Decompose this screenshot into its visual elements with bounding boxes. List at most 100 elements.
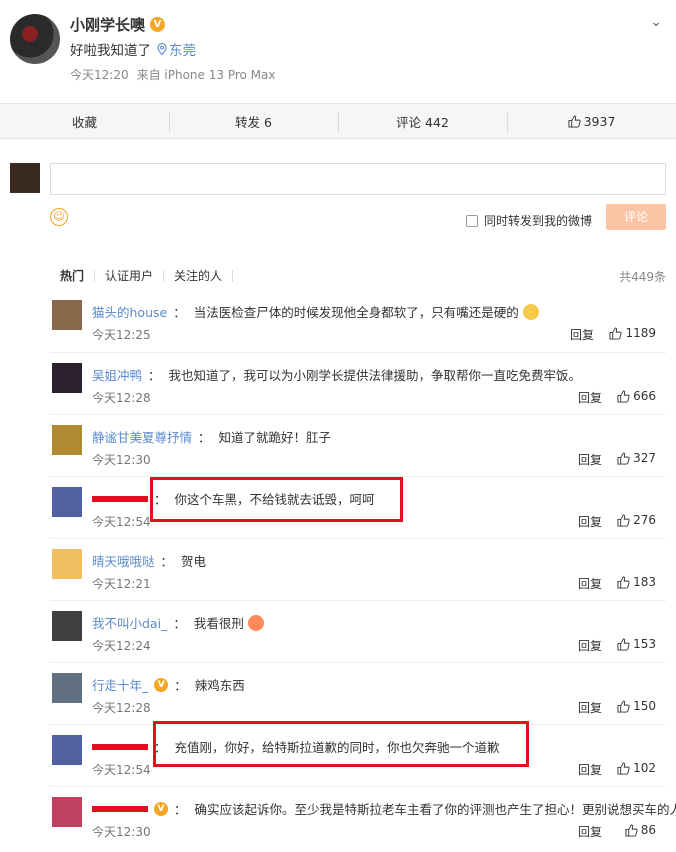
comment-line: 猫头的house ： 当法医检查尸体的时候发现他全身都软了，只有嘴还是硬的 (92, 302, 539, 321)
comment-line: 静谧甘美夏尊抒情 ： 知道了就跪好！肛子 (92, 427, 331, 446)
comment-like-count: 666 (633, 389, 656, 403)
comment-row: 猫头的house ： 当法医检查尸体的时候发现他全身都软了，只有嘴还是硬的 今天12:… (50, 290, 666, 352)
reply-button[interactable]: 回复 (578, 513, 602, 530)
comment-separator: ： (174, 678, 187, 693)
comment-separator: ： (173, 305, 186, 320)
comment-like-count: 153 (633, 637, 656, 651)
commenter-avatar[interactable] (52, 797, 82, 827)
filter-verified-users[interactable]: 认证用户 (95, 270, 165, 282)
comment-row: 晴天哦哦哒 ： 贺电 今天12:21 回复 183 (50, 538, 666, 600)
commenter-avatar[interactable] (52, 735, 82, 765)
thumbs-up-icon (617, 451, 630, 465)
commenter-name[interactable] (92, 805, 148, 812)
post-body: 好啦我知道了 (70, 43, 151, 59)
commenter-name[interactable]: 静谧甘美夏尊抒情 (92, 427, 192, 446)
commenter-avatar[interactable] (52, 425, 82, 455)
comment-like-button[interactable]: 153 (617, 637, 656, 651)
comment-like-button[interactable]: 276 (617, 513, 656, 527)
comment-line: 晴天哦哦哒 ： 贺电 (92, 551, 206, 570)
comment-time[interactable]: 今天12:30 (92, 823, 151, 840)
chevron-down-icon[interactable]: ⌄ (650, 14, 662, 30)
commenter-name[interactable]: 晴天哦哦哒 (92, 551, 155, 570)
comment-line: 我不叫小dai_ ： 我看很刑 (92, 613, 264, 632)
comment-like-count: 102 (633, 761, 656, 775)
comment-time[interactable]: 今天12:21 (92, 575, 151, 592)
commenter-avatar[interactable] (52, 363, 82, 393)
repost-checkbox-row[interactable]: 同时转发到我的微博 (466, 212, 592, 229)
author-name[interactable]: 小刚学长噢 (70, 14, 145, 35)
comment-button[interactable]: 评论 442 (338, 104, 507, 138)
commenter-avatar[interactable] (52, 611, 82, 641)
comment-like-count: 1189 (625, 326, 656, 340)
thumbs-up-icon (568, 114, 581, 128)
reply-button[interactable]: 回复 (578, 699, 602, 716)
comment-time[interactable]: 今天12:54 (92, 761, 151, 778)
comment-like-button[interactable]: 86 (625, 823, 656, 837)
reply-button[interactable]: 回复 (578, 761, 602, 778)
commenter-name[interactable]: 猫头的house (92, 302, 167, 321)
commenter-avatar[interactable] (52, 673, 82, 703)
comment-like-button[interactable]: 666 (617, 389, 656, 403)
comment-like-count: 86 (640, 823, 656, 837)
commenter-avatar[interactable] (52, 549, 82, 579)
commenter-avatar[interactable] (52, 487, 82, 517)
filter-hot[interactable]: 热门 (50, 270, 96, 282)
like-button[interactable]: 3937 (507, 104, 676, 138)
thumbs-up-icon (625, 823, 638, 837)
thumbs-up-icon (617, 389, 630, 403)
comment-time[interactable]: 今天12:54 (92, 513, 151, 530)
comment-line: 吴姐冲鸭 ： 我也知道了，我可以为小刚学长提供法律援助，争取帮你一直吃免费牢饭。 (92, 365, 581, 384)
emoji-picker-icon[interactable]: ☺ (50, 208, 68, 226)
repost-button[interactable]: 转发 6 (169, 104, 338, 138)
comment-time[interactable]: 今天12:30 (92, 451, 151, 468)
commenter-name[interactable]: 我不叫小dai_ (92, 613, 167, 632)
comment-row: 吴姐冲鸭 ： 我也知道了，我可以为小刚学长提供法律援助，争取帮你一直吃免费牢饭。 今天… (50, 352, 666, 414)
commenter-name[interactable]: 行走十年_ (92, 675, 148, 694)
commenter-name[interactable] (92, 495, 148, 502)
comment-like-count: 327 (633, 451, 656, 465)
submit-comment-button[interactable]: 评论 (606, 204, 666, 230)
comment-like-count: 183 (633, 575, 656, 589)
comment-line: V ： 确实应该起诉你。至少我是特斯拉老车主看了你的评测也产生了担心！更别说想买车的… (92, 799, 676, 818)
comment-time[interactable]: 今天12:28 (92, 389, 151, 406)
reply-button[interactable]: 回复 (578, 389, 602, 406)
reply-button[interactable]: 回复 (578, 575, 602, 592)
repost-checkbox[interactable] (466, 214, 478, 227)
location-link[interactable]: 东莞 (157, 39, 196, 59)
comment-time[interactable]: 今天12:25 (92, 326, 151, 343)
verified-badge-icon: V (154, 801, 168, 816)
commenter-name[interactable] (92, 743, 148, 750)
post-time[interactable]: 今天12:20 (70, 68, 129, 82)
comment-row: V ： 确实应该起诉你。至少我是特斯拉老车主看了你的评测也产生了担心！更别说想买车的… (50, 786, 676, 848)
author-row: 小刚学长噢 V (70, 14, 166, 35)
reply-button[interactable]: 回复 (578, 451, 602, 468)
comment-like-button[interactable]: 1189 (609, 326, 656, 340)
thumbs-up-icon (617, 699, 630, 713)
thumbs-up-icon (617, 637, 630, 651)
highlight-box (150, 477, 403, 522)
location-pin-icon (157, 43, 167, 55)
comment-line: 行走十年_ V ： 辣鸡东西 (92, 675, 245, 694)
comment-like-button[interactable]: 102 (617, 761, 656, 775)
reply-button[interactable]: 回复 (578, 823, 602, 840)
comment-input[interactable] (50, 163, 666, 195)
reply-button[interactable]: 回复 (578, 637, 602, 654)
comment-like-button[interactable]: 327 (617, 451, 656, 465)
highlight-box (153, 721, 529, 767)
commenter-name[interactable]: 吴姐冲鸭 (92, 365, 142, 384)
comment-separator: ： (160, 554, 174, 569)
comment-like-button[interactable]: 150 (617, 699, 656, 713)
commenter-avatar[interactable] (52, 300, 82, 330)
comment-like-button[interactable]: 183 (617, 575, 656, 589)
verified-badge-icon: V (150, 17, 166, 32)
author-avatar[interactable] (10, 14, 60, 64)
post-source: 来自 iPhone 13 Pro Max (136, 68, 276, 82)
post-header: 小刚学长噢 V ⌄ 好啦我知道了 东莞 今天12:20 来自 iPhone 13 … (0, 0, 676, 102)
favorite-button[interactable]: 收藏 (0, 104, 169, 138)
doge-emoji-icon (522, 303, 539, 320)
filter-following[interactable]: 关注的人 (164, 270, 234, 282)
comment-time[interactable]: 今天12:24 (92, 637, 151, 654)
comment-time[interactable]: 今天12:28 (92, 699, 151, 716)
location-label: 东莞 (169, 43, 196, 59)
reply-button[interactable]: 回复 (570, 326, 594, 343)
